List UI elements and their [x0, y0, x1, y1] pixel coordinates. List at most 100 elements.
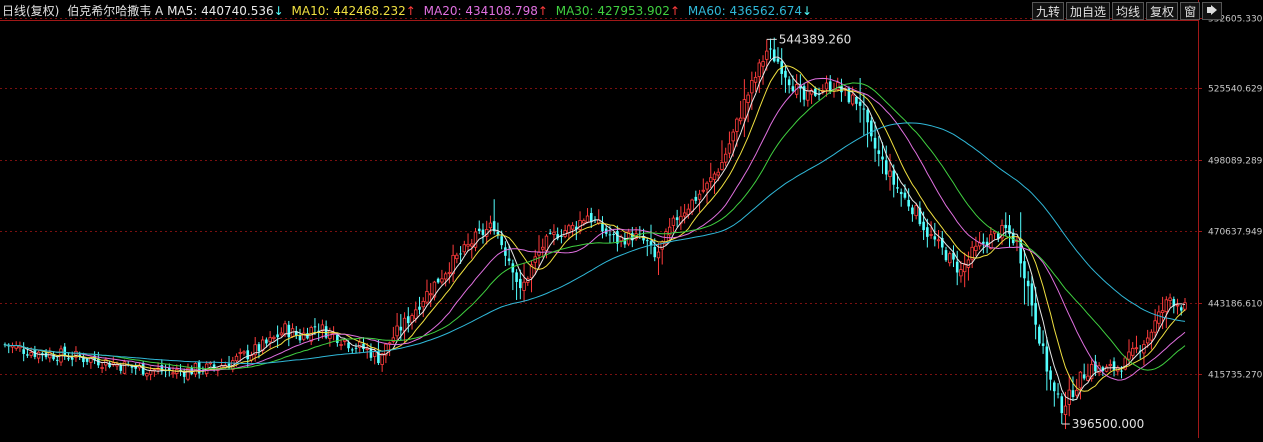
candle-body: [406, 316, 410, 324]
candle-body: [29, 352, 33, 356]
candle-body: [870, 120, 873, 137]
candle-body: [926, 227, 929, 237]
candle-body: [966, 259, 971, 268]
candle-body: [645, 240, 649, 242]
candle-body: [500, 236, 503, 246]
ma-legend-item: MA20: 434108.798↑: [419, 4, 548, 18]
candle-body: [1145, 337, 1150, 344]
toolbar-button[interactable]: 加自选: [1066, 2, 1111, 20]
arrow-up-icon: ↑: [669, 4, 680, 18]
candle-body: [570, 224, 575, 230]
high-annotation: 544389.260: [779, 32, 852, 46]
candle-body: [955, 261, 959, 273]
candle-body: [653, 246, 657, 258]
candle-body: [519, 278, 522, 289]
candle-body: [544, 235, 549, 251]
candle-body: [55, 359, 59, 361]
candle-body: [354, 347, 358, 349]
candle-body: [731, 131, 735, 142]
candle-body: [959, 269, 963, 277]
toolbar-button[interactable]: 均线: [1112, 2, 1145, 20]
candle-body: [735, 118, 739, 132]
candle-body: [238, 352, 242, 354]
candle-body: [1078, 371, 1083, 389]
candle-body: [1063, 405, 1068, 415]
candle-body: [982, 241, 985, 244]
candle-body: [914, 205, 918, 217]
candle-body: [511, 263, 515, 273]
candle-body: [694, 196, 698, 201]
candle-body: [884, 160, 888, 175]
candle-body: [369, 348, 373, 358]
candle-body: [757, 62, 762, 78]
candle-body: [1053, 382, 1056, 392]
candle-body: [720, 162, 724, 170]
arrow-down-icon: ↓: [802, 4, 813, 18]
candle-body: [466, 243, 470, 247]
candle-body: [840, 85, 843, 93]
candle-body: [1149, 331, 1154, 341]
candle-body: [862, 108, 866, 110]
candle-body: [1157, 311, 1161, 324]
toolbar-button[interactable]: 九转: [1032, 2, 1065, 20]
candle-body: [888, 170, 892, 177]
candle-body: [828, 81, 832, 92]
candle-body: [462, 244, 467, 253]
candle-body: [313, 326, 317, 328]
toolbar-button[interactable]: 窗: [1180, 2, 1201, 20]
candle-body: [395, 325, 399, 337]
ma-line: [4, 56, 1186, 401]
candle-body: [944, 250, 948, 261]
candle-body: [36, 351, 41, 359]
candle-body: [907, 199, 910, 207]
candle-body: [481, 229, 485, 235]
candle-body: [552, 231, 556, 235]
candle-body: [418, 306, 421, 310]
arrow-down-icon: ↓: [273, 4, 284, 18]
candle-body: [742, 99, 747, 119]
chart-canvas: 552605.330525540.629498089.289470637.949…: [0, 0, 1263, 438]
candle-body: [279, 332, 284, 336]
candle-body: [234, 355, 239, 362]
ma-line: [4, 77, 1186, 381]
candle-body: [578, 220, 582, 230]
candle-body: [701, 189, 705, 192]
candle-body: [145, 373, 149, 377]
candle-body: [922, 221, 925, 231]
candle-body: [1175, 304, 1180, 307]
y-tick-label: 443186.610: [1208, 300, 1263, 310]
candle-body: [1108, 364, 1113, 367]
candle-body: [784, 70, 787, 78]
toolbar-button[interactable]: 复权: [1146, 2, 1179, 20]
candle-body: [100, 367, 104, 369]
candle-body: [1134, 347, 1139, 350]
candle-body: [769, 48, 772, 50]
candle-body: [911, 207, 914, 215]
candle-body: [1026, 280, 1030, 287]
candle-body: [899, 191, 903, 195]
candle-body: [515, 272, 518, 282]
y-tick-label: 498089.289: [1208, 157, 1263, 167]
candle-body: [1045, 346, 1049, 372]
candle-body: [1038, 326, 1041, 344]
candle-body: [612, 234, 615, 236]
candle-body: [1183, 302, 1187, 310]
candle-body: [1041, 343, 1045, 346]
candle-body: [933, 236, 937, 240]
candle-body: [287, 324, 291, 338]
candle-body: [298, 335, 302, 341]
candle-body: [855, 96, 858, 104]
candle-body: [488, 222, 493, 229]
candle-body: [447, 271, 452, 274]
candle-body: [881, 156, 884, 160]
ma-legend-item: MA5: 440740.536↓: [167, 4, 284, 18]
candle-body: [85, 358, 89, 362]
candle-body: [936, 239, 941, 242]
candle-body: [276, 334, 279, 338]
exit-icon[interactable]: [1202, 2, 1223, 20]
candle-body: [866, 109, 869, 123]
candle-body: [716, 171, 720, 176]
candle-body: [873, 137, 877, 149]
low-annotation: 396500.000: [1072, 417, 1145, 431]
candle-body: [399, 326, 403, 331]
